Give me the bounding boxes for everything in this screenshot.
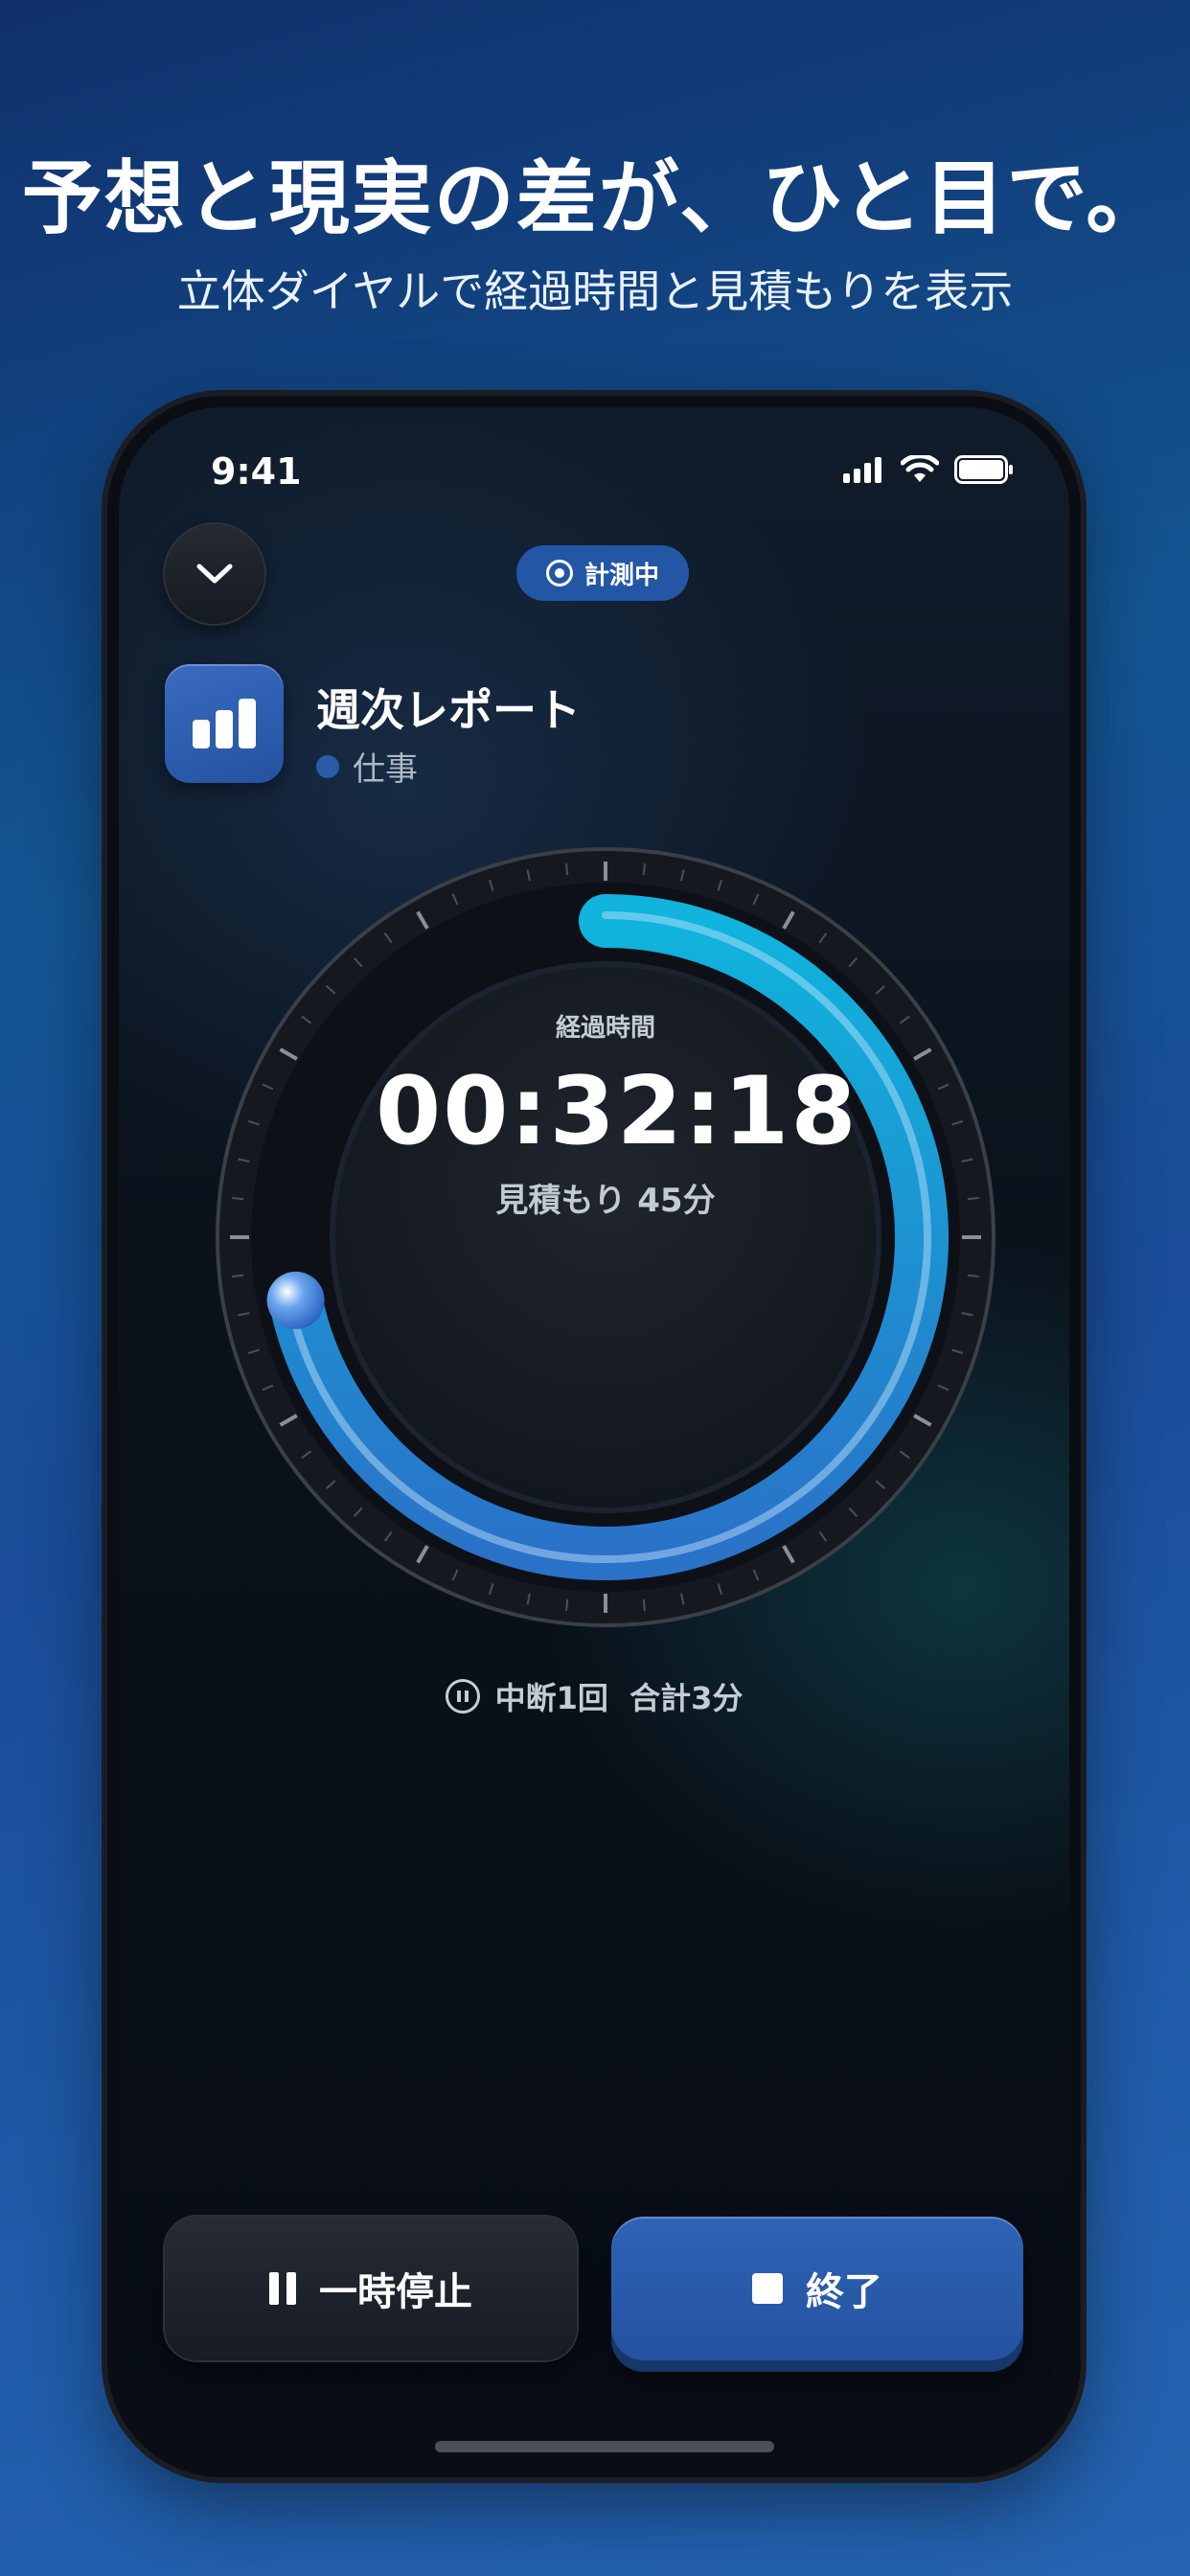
elapsed-time: 00:32:18 [376, 1057, 858, 1166]
phone-frame: 9:41 計測中 週次レポート 仕事 経過時間 00:32:18 見積もり 45… [107, 396, 1081, 2477]
promo-headline: 予想と現実の差が、ひと目で。 [21, 151, 1169, 245]
interruption-summary: 中断1回 合計3分 [119, 1674, 1069, 1718]
task-category: 仕事 [316, 743, 418, 790]
collapse-button[interactable] [165, 524, 264, 624]
task-category-label: 仕事 [353, 750, 418, 789]
status-time: 9:41 [211, 450, 302, 493]
end-button[interactable]: 終了 [611, 2217, 1023, 2360]
chevron-down-icon [196, 564, 233, 584]
category-color-dot [316, 754, 339, 778]
pause-circle-icon [445, 1679, 480, 1714]
task-title: 週次レポート [316, 684, 581, 736]
timer-readout: 経過時間 00:32:18 見積もり 45分 [376, 1008, 858, 1221]
pause-button[interactable]: 一時停止 [165, 2217, 577, 2360]
app-screen: 9:41 計測中 週次レポート 仕事 経過時間 00:32:18 見積もり 45… [119, 407, 1069, 2466]
stop-icon [752, 2273, 783, 2304]
progress-knob [266, 1271, 325, 1329]
estimate-text: 見積もり 45分 [495, 1182, 716, 1220]
end-button-label: 終了 [806, 2270, 882, 2314]
recording-status-badge: 計測中 [516, 545, 689, 601]
interruption-text: 中断1回 合計3分 [494, 1680, 744, 1716]
timer-dial [216, 847, 995, 1627]
status-icons [843, 455, 1014, 484]
record-icon [545, 560, 573, 586]
recording-status-label: 計測中 [584, 561, 659, 590]
pause-icon [269, 2272, 296, 2305]
bar-chart-icon [165, 664, 284, 783]
battery-icon [954, 455, 1013, 484]
wifi-icon [901, 455, 939, 482]
pause-button-label: 一時停止 [319, 2270, 472, 2314]
dial-tick [967, 1197, 979, 1201]
elapsed-label: 経過時間 [555, 1014, 655, 1043]
dial-tick [565, 863, 569, 876]
dial-tick [642, 1598, 646, 1611]
cellular-signal-icon [843, 457, 881, 483]
dial-tick [232, 1197, 244, 1201]
home-indicator [435, 2441, 774, 2452]
promo-subheadline: 立体ダイヤルで経過時間と見積もりを表示 [176, 265, 1014, 317]
dial-tick [642, 863, 646, 876]
dial-tick [565, 1598, 569, 1611]
